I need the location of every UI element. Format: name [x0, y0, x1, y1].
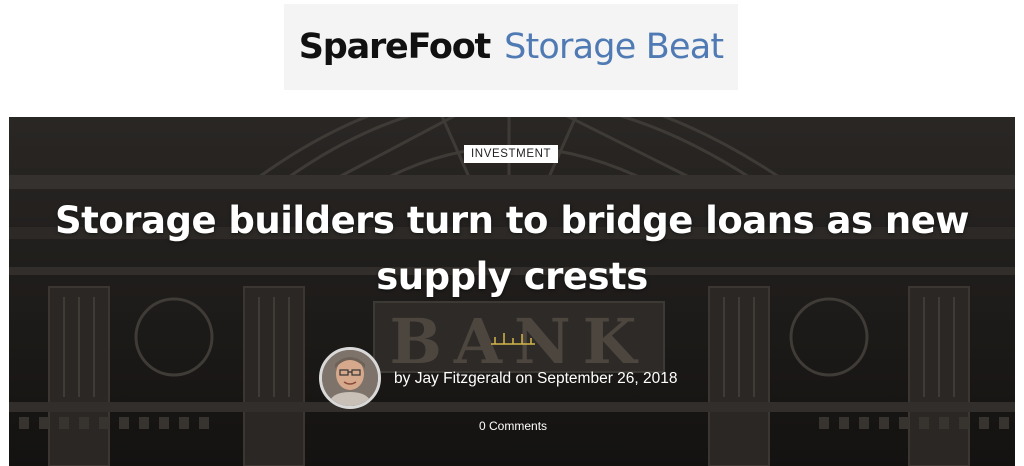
article-title-line-1: Storage builders turn to bridge loans as… [54, 199, 970, 242]
publish-date: September 26, 2018 [537, 370, 678, 387]
article-title-line-2: supply crests [376, 255, 648, 298]
author-photo [322, 350, 378, 406]
category-tag[interactable]: INVESTMENT [464, 145, 559, 163]
date-prefix: on [515, 370, 533, 387]
byline-prefix: by [394, 370, 411, 387]
site-logo[interactable]: SpareFoot Storage Beat [284, 4, 738, 90]
author-avatar[interactable] [319, 347, 381, 409]
article-title[interactable]: Storage builders turn to bridge loans as… [20, 193, 1004, 305]
logo-sub-text: Storage Beat [504, 27, 724, 67]
ruler-divider-icon [491, 333, 535, 345]
article-byline: by Jay Fitzgerald on September 26, 2018 [394, 370, 678, 388]
logo-brand-text: SpareFoot [298, 27, 492, 67]
author-link[interactable]: Jay Fitzgerald [415, 370, 511, 387]
comments-link[interactable]: 0 Comments [479, 419, 547, 433]
